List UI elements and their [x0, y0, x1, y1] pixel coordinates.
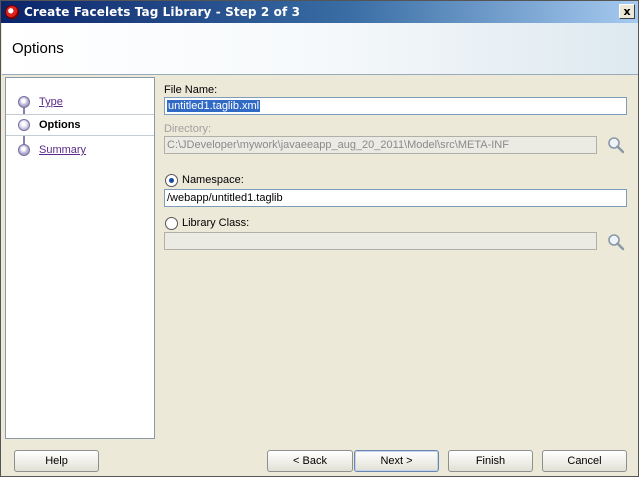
oracle-logo-icon [5, 5, 19, 19]
namespace-input[interactable]: /webapp/untitled1.taglib [164, 189, 627, 207]
library-class-radio[interactable] [165, 217, 178, 230]
next-button[interactable]: Next > [354, 450, 439, 472]
window-title: Create Facelets Tag Library - Step 2 of … [24, 5, 301, 19]
directory-input: C:\JDeveloper\mywork\javaeeapp_aug_20_20… [164, 136, 597, 154]
dialog-window: Create Facelets Tag Library - Step 2 of … [0, 0, 639, 477]
directory-label: Directory: [164, 123, 212, 135]
finish-button[interactable]: Finish [448, 450, 533, 472]
namespace-radio[interactable] [165, 174, 178, 187]
title-bar: Create Facelets Tag Library - Step 2 of … [1, 1, 638, 23]
namespace-label[interactable]: Namespace: [182, 174, 244, 186]
options-form: File Name: untitled1.taglib.xml Director… [156, 77, 637, 439]
library-class-input [164, 232, 597, 250]
nav-item-summary[interactable]: Summary [6, 139, 154, 161]
library-class-label[interactable]: Library Class: [182, 217, 249, 229]
magnifier-icon [608, 234, 625, 251]
help-button[interactable]: Help [14, 450, 99, 472]
nav-item-label[interactable]: Type [39, 96, 63, 108]
magnifier-icon [608, 137, 625, 154]
wizard-steps-nav: Type Options Summary [5, 77, 155, 439]
back-button[interactable]: < Back [267, 450, 353, 472]
step-dot-icon [18, 144, 30, 156]
step-dot-current-icon [18, 119, 30, 131]
file-name-input[interactable]: untitled1.taglib.xml [164, 97, 627, 115]
page-title: Options [12, 40, 64, 57]
step-dot-icon [18, 96, 30, 108]
nav-item-options[interactable]: Options [6, 114, 154, 136]
cancel-button[interactable]: Cancel [542, 450, 627, 472]
nav-item-label[interactable]: Summary [39, 144, 86, 156]
nav-item-label: Options [39, 119, 81, 131]
nav-item-type[interactable]: Type [6, 91, 154, 113]
file-name-value: untitled1.taglib.xml [167, 100, 261, 112]
library-class-browse-button [606, 232, 626, 252]
close-button[interactable]: x [619, 4, 635, 19]
directory-browse-button [606, 135, 626, 155]
header-banner: Options [2, 23, 638, 75]
file-name-label: File Name: [164, 84, 218, 96]
